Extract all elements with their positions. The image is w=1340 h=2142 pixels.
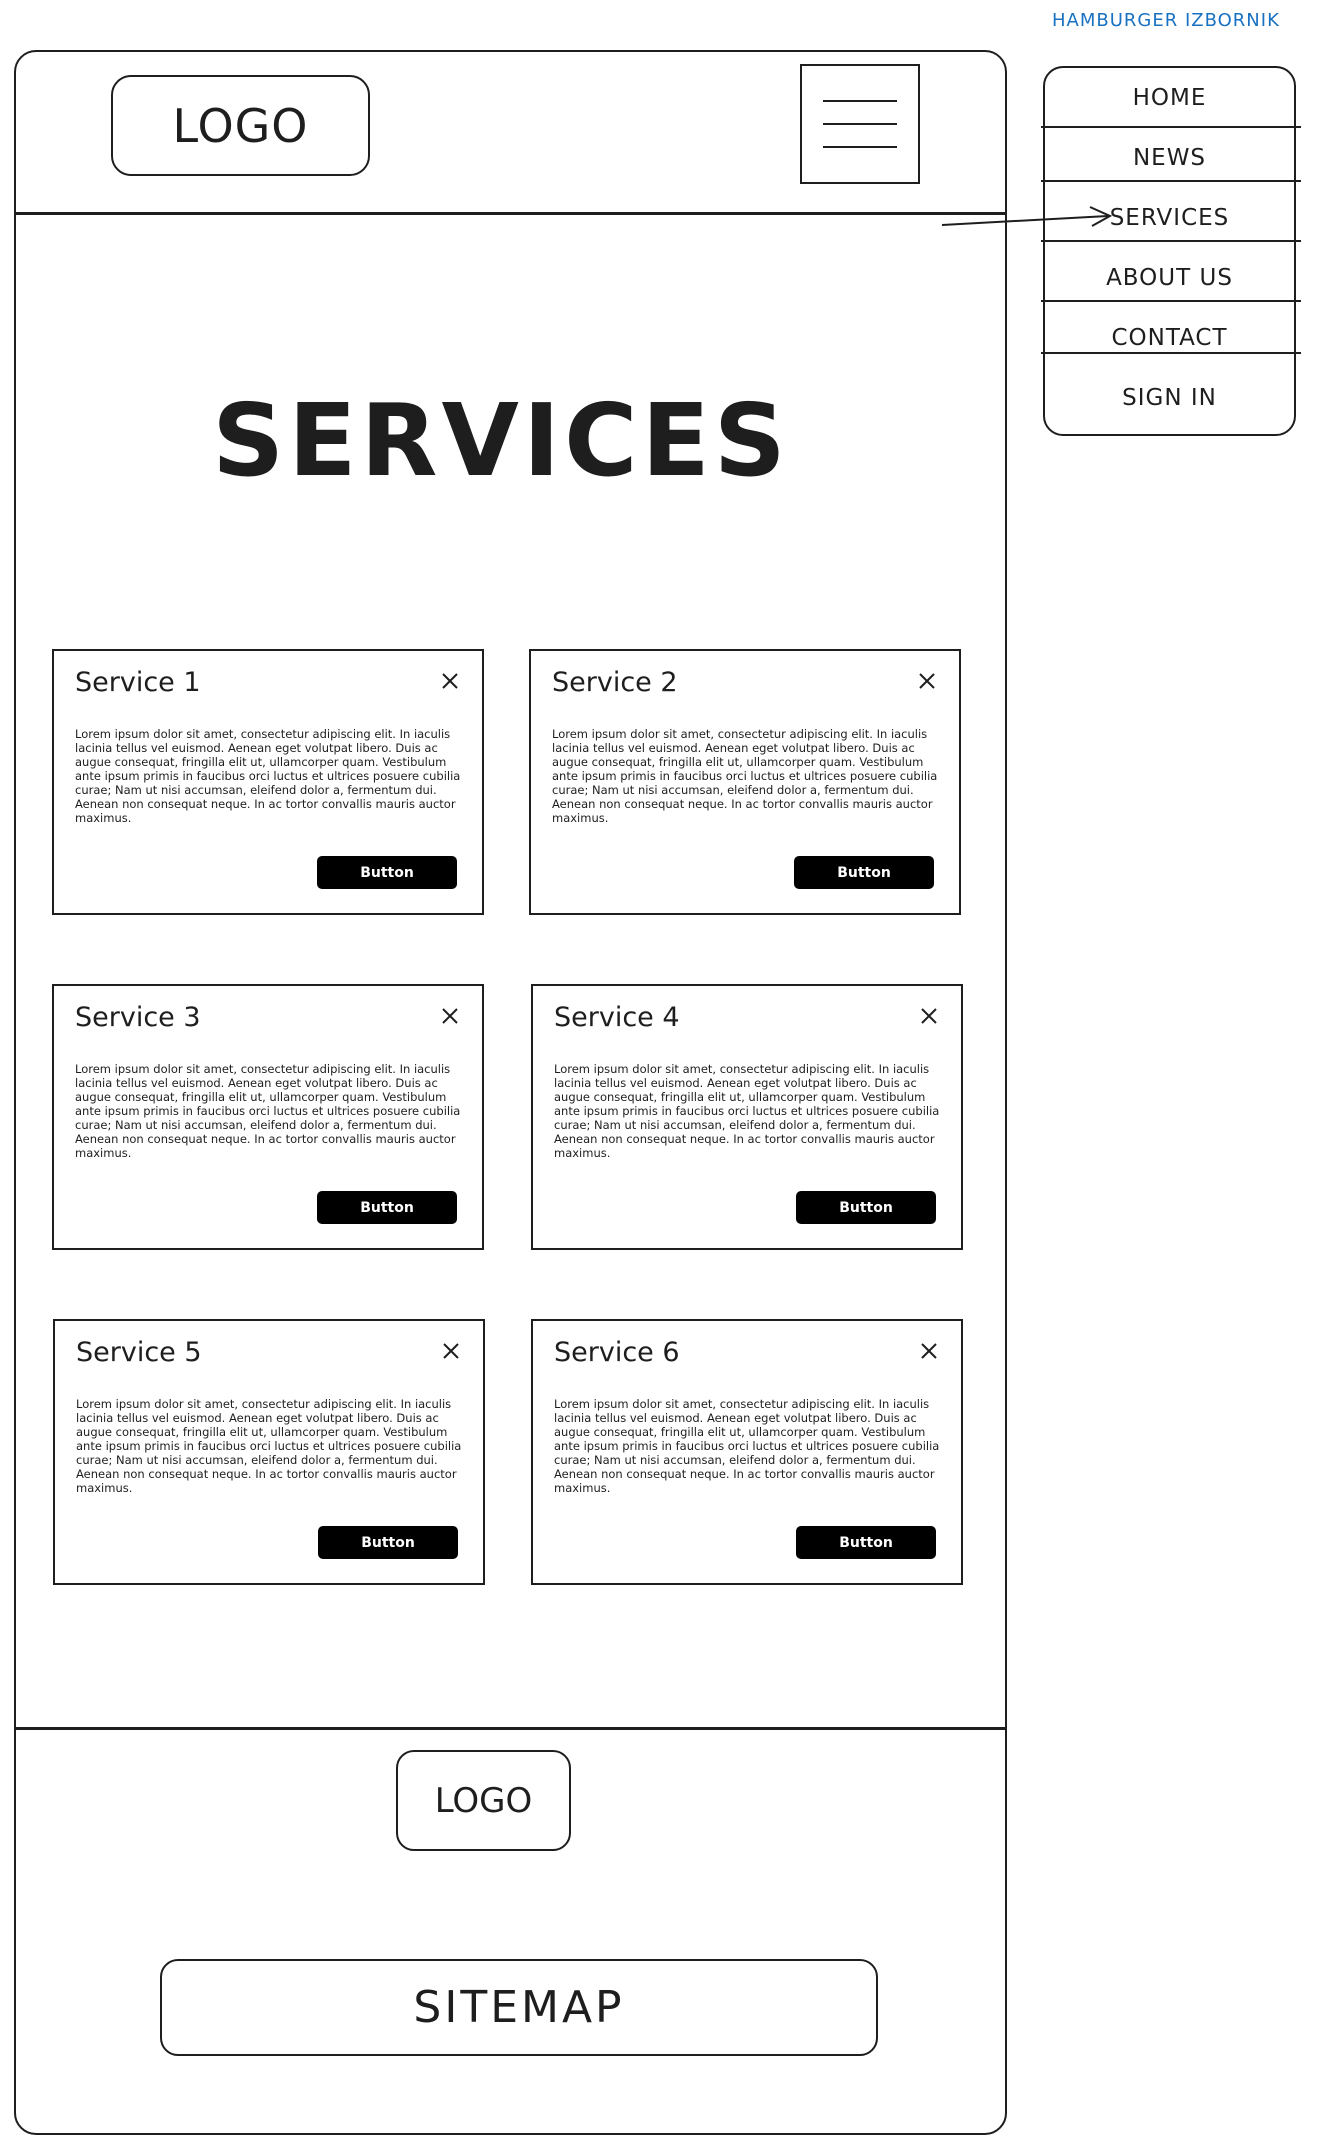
service-card-button[interactable]: Button	[796, 1191, 936, 1224]
footer-logo-label: LOGO	[434, 1780, 533, 1821]
phone-frame: LOGO SERVICES Service 1 Lorem ipsum dolo…	[14, 50, 1007, 2135]
close-icon[interactable]	[438, 1004, 462, 1028]
menu-separator	[1041, 240, 1301, 242]
service-card-3: Service 3 Lorem ipsum dolor sit amet, co…	[52, 984, 484, 1250]
sitemap-label: SITEMAP	[413, 1982, 625, 2033]
service-card-button[interactable]: Button	[318, 1526, 458, 1559]
service-card-1: Service 1 Lorem ipsum dolor sit amet, co…	[52, 649, 484, 915]
header-divider	[16, 212, 1005, 215]
menu-item-home[interactable]: HOME	[1045, 68, 1294, 128]
service-card-text: Lorem ipsum dolor sit amet, consectetur …	[75, 1062, 461, 1160]
hamburger-menu-button[interactable]	[800, 64, 920, 184]
footer-divider	[16, 1727, 1005, 1730]
menu-item-services[interactable]: SERVICES	[1045, 188, 1294, 248]
menu-item-about-us[interactable]: ABOUT US	[1045, 248, 1294, 308]
menu-item-contact[interactable]: CONTACT	[1045, 308, 1294, 368]
service-card-5: Service 5 Lorem ipsum dolor sit amet, co…	[53, 1319, 485, 1585]
service-card-2: Service 2 Lorem ipsum dolor sit amet, co…	[529, 649, 961, 915]
service-card-title: Service 3	[75, 1002, 201, 1033]
menu-caption: HAMBURGER IZBORNIK	[1052, 10, 1280, 31]
close-icon[interactable]	[915, 669, 939, 693]
service-card-title: Service 5	[76, 1337, 202, 1368]
service-card-button[interactable]: Button	[317, 856, 457, 889]
service-card-button[interactable]: Button	[794, 856, 934, 889]
menu-item-news[interactable]: NEWS	[1045, 128, 1294, 188]
service-card-title: Service 1	[75, 667, 201, 698]
menu-separator	[1041, 352, 1301, 354]
hamburger-icon-bar-3	[823, 146, 897, 148]
service-card-text: Lorem ipsum dolor sit amet, consectetur …	[75, 727, 461, 825]
footer-logo[interactable]: LOGO	[396, 1750, 571, 1851]
hamburger-icon-bar-2	[823, 123, 897, 125]
menu-item-sign-in[interactable]: SIGN IN	[1045, 368, 1294, 428]
service-card-text: Lorem ipsum dolor sit amet, consectetur …	[554, 1397, 940, 1495]
service-card-text: Lorem ipsum dolor sit amet, consectetur …	[554, 1062, 940, 1160]
service-card-title: Service 4	[554, 1002, 680, 1033]
menu-separator	[1041, 180, 1301, 182]
hamburger-menu-panel: HOME NEWS SERVICES ABOUT US CONTACT SIGN…	[1041, 66, 1301, 436]
service-card-title: Service 6	[554, 1337, 680, 1368]
service-card-6: Service 6 Lorem ipsum dolor sit amet, co…	[531, 1319, 963, 1585]
close-icon[interactable]	[917, 1004, 941, 1028]
hamburger-icon-bar-1	[823, 100, 897, 102]
close-icon[interactable]	[438, 669, 462, 693]
menu-separator	[1041, 300, 1301, 302]
header-logo[interactable]: LOGO	[111, 75, 370, 176]
close-icon[interactable]	[917, 1339, 941, 1363]
page-title: SERVICES	[212, 382, 790, 499]
service-card-text: Lorem ipsum dolor sit amet, consectetur …	[76, 1397, 462, 1495]
service-card-4: Service 4 Lorem ipsum dolor sit amet, co…	[531, 984, 963, 1250]
sitemap-box[interactable]: SITEMAP	[160, 1959, 878, 2056]
service-card-text: Lorem ipsum dolor sit amet, consectetur …	[552, 727, 938, 825]
service-card-button[interactable]: Button	[317, 1191, 457, 1224]
header-logo-label: LOGO	[172, 98, 309, 153]
service-card-title: Service 2	[552, 667, 678, 698]
service-card-button[interactable]: Button	[796, 1526, 936, 1559]
close-icon[interactable]	[439, 1339, 463, 1363]
